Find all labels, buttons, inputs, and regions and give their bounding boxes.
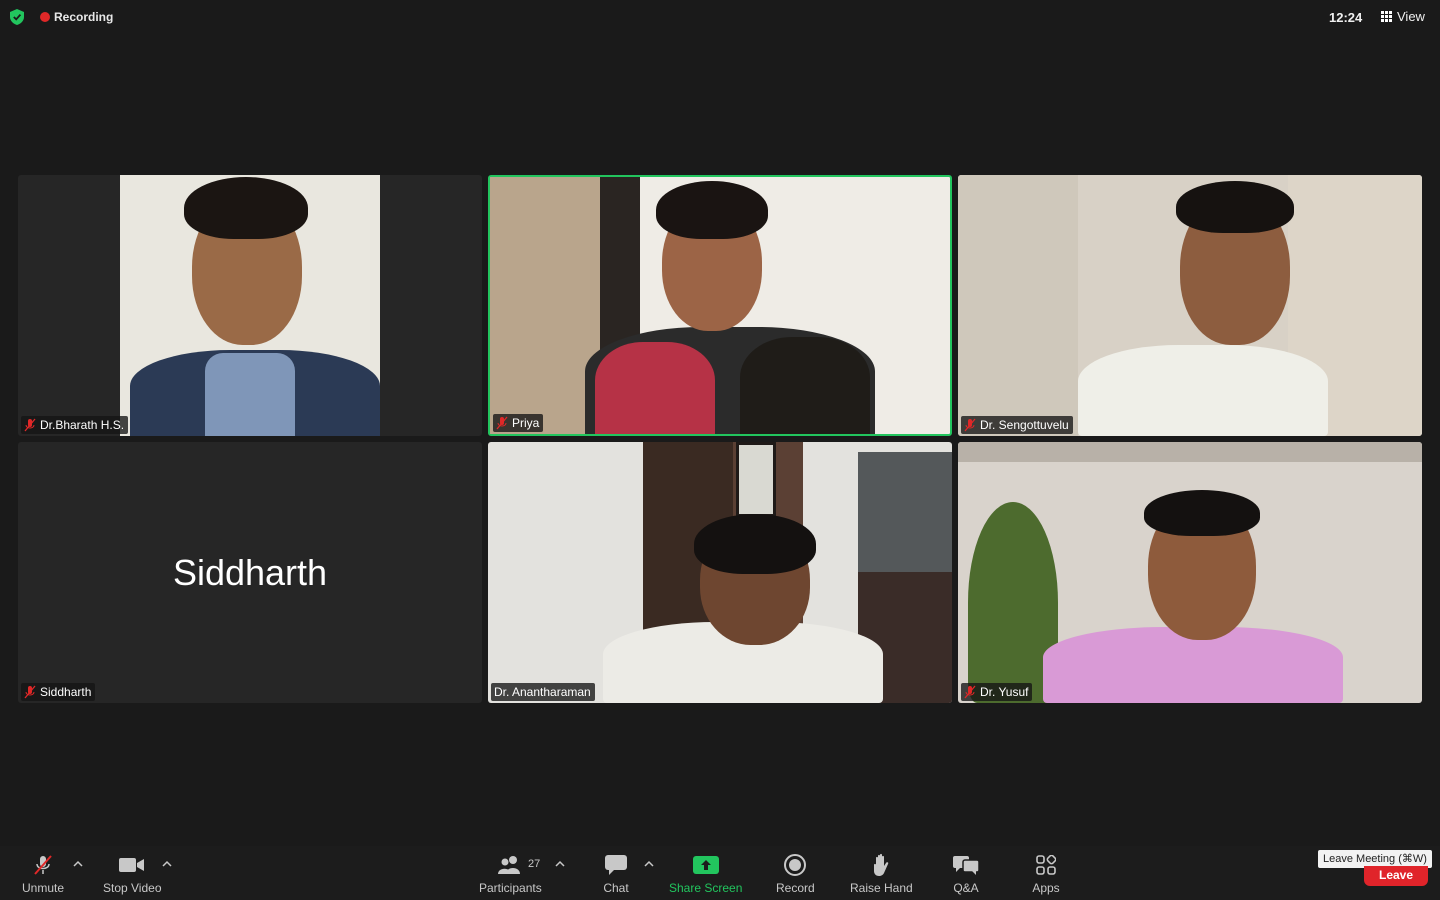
qa-icon [953, 856, 979, 875]
view-button[interactable]: View [1381, 9, 1425, 24]
video-feed [958, 442, 1422, 703]
recording-indicator[interactable]: Recording [40, 10, 113, 24]
top-bar: Recording 12:24 View [0, 0, 1440, 34]
video-feed [490, 177, 950, 434]
qa-label: Q&A [953, 881, 979, 895]
meeting-clock: 12:24 [1329, 10, 1363, 25]
raise-hand-label: Raise Hand [850, 881, 913, 895]
video-tile-priya[interactable]: Priya [488, 175, 952, 436]
raise-hand-icon [874, 853, 889, 876]
mic-muted-icon [964, 418, 976, 432]
video-feed [120, 175, 380, 436]
view-label: View [1397, 9, 1425, 24]
chat-options-chevron-icon[interactable] [644, 860, 654, 868]
video-camera-icon [119, 858, 145, 872]
chat-label: Chat [603, 881, 629, 895]
participant-nametag: Siddharth [21, 683, 96, 701]
leave-button[interactable]: Leave [1364, 866, 1428, 886]
apps-icon [1036, 855, 1056, 875]
mic-muted-icon [24, 685, 36, 699]
record-label: Record [776, 881, 815, 895]
video-tile-anantharaman[interactable]: Dr. Anantharaman [488, 442, 952, 703]
video-tile-bharath[interactable]: Dr.Bharath H.S. [18, 175, 482, 436]
share-screen-button[interactable]: Share Screen [669, 852, 742, 895]
video-tile-yusuf[interactable]: Dr. Yusuf [958, 442, 1422, 703]
video-tile-siddharth[interactable]: Siddharth Siddharth [18, 442, 482, 703]
mic-muted-icon [24, 418, 36, 432]
mic-muted-icon [34, 855, 52, 875]
apps-button[interactable]: Apps [1031, 852, 1061, 895]
apps-label: Apps [1032, 881, 1060, 895]
participants-options-chevron-icon[interactable] [555, 860, 565, 868]
participant-nametag: Priya [493, 414, 544, 432]
participants-label: Participants [479, 881, 542, 895]
participant-nametag: Dr. Yusuf [961, 683, 1033, 701]
video-feed [958, 175, 1422, 436]
chat-button[interactable]: Chat [601, 852, 631, 895]
participant-name: Dr. Anantharaman [494, 685, 591, 699]
share-screen-label: Share Screen [669, 881, 743, 895]
meeting-toolbar: Unmute Stop Video Participants 27 Chat S… [0, 846, 1440, 900]
participant-name: Dr. Sengottuvelu [980, 418, 1069, 432]
record-button[interactable]: Record [776, 852, 815, 895]
participant-name: Siddharth [40, 685, 92, 699]
unmute-button[interactable]: Unmute [22, 852, 64, 895]
qa-button[interactable]: Q&A [951, 852, 981, 895]
share-screen-icon [692, 856, 719, 874]
participants-count: 27 [528, 858, 541, 870]
encryption-shield-icon[interactable] [10, 9, 24, 25]
video-feed [488, 442, 952, 703]
raise-hand-button[interactable]: Raise Hand [850, 852, 913, 895]
stop-video-button[interactable]: Stop Video [103, 852, 162, 895]
participants-icon [498, 856, 521, 874]
stop-video-label: Stop Video [103, 881, 162, 895]
mic-muted-icon [496, 416, 508, 430]
video-options-chevron-icon[interactable] [162, 860, 172, 868]
participant-display-name: Siddharth [172, 552, 328, 593]
video-tile-sengottuvelu[interactable]: Dr. Sengottuvelu [958, 175, 1422, 436]
grid-icon [1381, 11, 1392, 22]
participant-name: Dr. Yusuf [980, 685, 1029, 699]
mic-muted-icon [964, 685, 976, 699]
participant-nametag: Dr.Bharath H.S. [21, 416, 129, 434]
chat-bubble-icon [605, 855, 627, 875]
participant-nametag: Dr. Anantharaman [491, 683, 595, 701]
participant-name: Priya [512, 416, 540, 430]
unmute-label: Unmute [22, 881, 65, 895]
participant-nametag: Dr. Sengottuvelu [961, 416, 1073, 434]
record-icon [784, 854, 807, 876]
audio-options-chevron-icon[interactable] [73, 860, 83, 868]
recording-label: Recording [54, 10, 114, 24]
recording-dot-icon [40, 12, 50, 22]
participant-name: Dr.Bharath H.S. [40, 418, 125, 432]
